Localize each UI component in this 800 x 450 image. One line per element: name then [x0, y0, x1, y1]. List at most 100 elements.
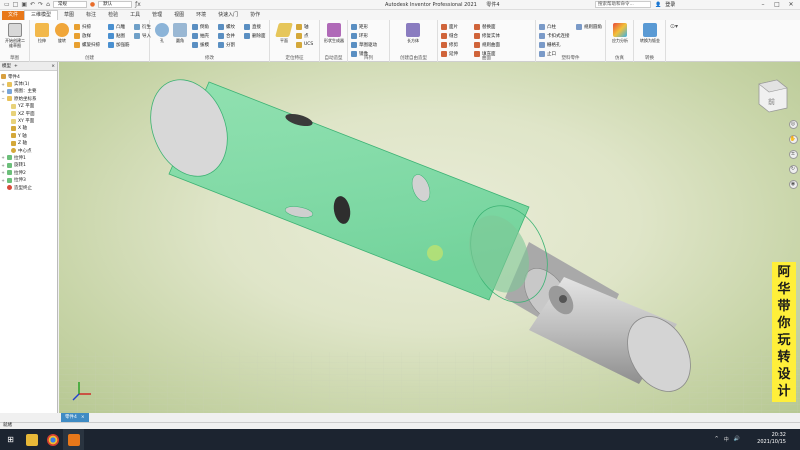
- rule-fillet-button[interactable]: 规则圆角: [576, 23, 602, 30]
- fx-icon[interactable]: ƒx: [135, 1, 141, 8]
- document-tab[interactable]: 零件4 ×: [61, 413, 89, 422]
- tree-item-extrusion2[interactable]: + 拉伸2: [1, 169, 57, 176]
- patch-button[interactable]: 面片: [441, 23, 458, 30]
- thread-button[interactable]: 螺纹: [218, 23, 235, 30]
- plane-button[interactable]: 平面: [274, 23, 294, 43]
- orbit-icon[interactable]: ↻: [788, 165, 798, 174]
- close-icon[interactable]: ✕: [784, 0, 798, 9]
- browser-tab-model[interactable]: 模型: [2, 63, 11, 69]
- collapse-icon[interactable]: −: [1, 96, 5, 101]
- tree-item-extrusion1[interactable]: + 拉伸1: [1, 154, 57, 161]
- emboss-button[interactable]: 凸雕: [108, 23, 130, 30]
- file-explorer-icon[interactable]: [21, 429, 42, 450]
- tree-item-z-axis[interactable]: Z 轴: [1, 140, 57, 147]
- tab-annotate[interactable]: 标注: [80, 11, 102, 20]
- combine-button[interactable]: 合并: [218, 32, 235, 39]
- rib-button[interactable]: 加强筋: [108, 41, 130, 48]
- extrude-button[interactable]: 拉伸: [32, 23, 52, 43]
- ruled-surface-button[interactable]: 规则曲面: [474, 41, 500, 48]
- axis-button[interactable]: 轴: [296, 23, 313, 30]
- help-search-input[interactable]: 搜索帮助和命令...: [595, 1, 651, 8]
- user-icon[interactable]: 👤: [655, 2, 661, 8]
- chamfer-button[interactable]: 倒角: [192, 23, 209, 30]
- tab-environments[interactable]: 环境: [190, 11, 212, 20]
- delete-face-button[interactable]: 删除面: [244, 32, 266, 39]
- direct-button[interactable]: 直接: [244, 23, 266, 30]
- maximize-icon[interactable]: □: [770, 0, 784, 9]
- expand-icon[interactable]: +: [1, 163, 5, 168]
- point-button[interactable]: 点: [296, 32, 313, 39]
- tray-expand-icon[interactable]: ^: [715, 436, 719, 443]
- tab-manage[interactable]: 管理: [146, 11, 168, 20]
- tab-file[interactable]: 文件: [2, 10, 25, 20]
- pan-icon[interactable]: ✋: [788, 135, 798, 144]
- ribbon-options-icon[interactable]: ⊙▾: [670, 23, 678, 30]
- transparent-sleeve[interactable]: [137, 68, 561, 314]
- replace-face-button[interactable]: 替换面: [474, 23, 500, 30]
- box-button[interactable]: 长方体: [403, 23, 423, 43]
- circular-button[interactable]: 环形: [351, 32, 377, 39]
- trim-button[interactable]: 修剪: [441, 41, 458, 48]
- tab-collaborate[interactable]: 协作: [244, 11, 266, 20]
- tab-get-started[interactable]: 快速入门: [212, 11, 244, 20]
- snap-fit-button[interactable]: 卡扣式连接: [539, 32, 570, 39]
- loft-button[interactable]: 放样: [74, 32, 100, 39]
- browser-add-tab[interactable]: +: [14, 64, 18, 69]
- rectangular-button[interactable]: 矩形: [351, 23, 377, 30]
- volume-icon[interactable]: 🔊: [734, 436, 740, 443]
- sketch-driven-button[interactable]: 草图驱动: [351, 41, 377, 48]
- sweep-button[interactable]: 扫掠: [74, 23, 100, 30]
- steering-wheel-icon[interactable]: ◎: [788, 120, 798, 129]
- tree-item-revolution1[interactable]: + 旋转1: [1, 162, 57, 169]
- split-button[interactable]: 分割: [218, 41, 235, 48]
- material-combo[interactable]: 默认: [98, 1, 133, 8]
- stress-analysis-button[interactable]: 应力分析: [610, 23, 630, 43]
- tree-item-x-axis[interactable]: X 轴: [1, 125, 57, 132]
- tree-item-y-axis[interactable]: Y 轴: [1, 132, 57, 139]
- tree-item-yz-plane[interactable]: YZ 平面: [1, 103, 57, 110]
- viewcube[interactable]: 前: [758, 79, 788, 113]
- shape-generator-button[interactable]: 形状生成器: [324, 23, 344, 43]
- zoom-icon[interactable]: ±: [788, 150, 798, 159]
- tab-tools[interactable]: 工具: [124, 11, 146, 20]
- folder-icon[interactable]: ▭: [4, 1, 10, 8]
- expand-icon[interactable]: +: [1, 155, 5, 160]
- convert-sheet-metal-button[interactable]: 转换为钣金: [640, 23, 660, 43]
- expand-icon[interactable]: +: [1, 82, 5, 87]
- appearance-combo[interactable]: 常规: [52, 1, 87, 8]
- look-at-icon[interactable]: ◉: [788, 180, 798, 189]
- browser-close-icon[interactable]: ×: [51, 64, 55, 69]
- import-button[interactable]: 导入: [134, 32, 151, 39]
- start-2d-sketch-button[interactable]: 开始创建二维草图: [5, 23, 25, 48]
- tree-item-solid-bodies[interactable]: + 实体(1): [1, 80, 57, 87]
- new-icon[interactable]: □: [13, 1, 19, 8]
- tab-3d-model[interactable]: 三维模型: [24, 10, 59, 20]
- ucs-button[interactable]: UCS: [296, 41, 313, 48]
- hole-button[interactable]: 孔: [152, 23, 172, 43]
- viewport-canvas[interactable]: 前: [59, 62, 800, 413]
- inventor-app-icon[interactable]: [63, 429, 84, 450]
- boss-button[interactable]: 凸柱: [539, 23, 570, 30]
- fillet-button[interactable]: 圆角: [170, 23, 190, 43]
- tree-item-origin[interactable]: − 原始坐标系: [1, 95, 57, 102]
- expand-icon[interactable]: +: [1, 178, 5, 183]
- document-tab-close-icon[interactable]: ×: [81, 413, 85, 422]
- expand-icon[interactable]: +: [1, 89, 5, 94]
- tree-item-xz-plane[interactable]: XZ 平面: [1, 110, 57, 117]
- draft-button[interactable]: 拔模: [192, 41, 209, 48]
- tab-inspect[interactable]: 检验: [102, 11, 124, 20]
- sign-in-link[interactable]: 登录: [665, 1, 675, 8]
- system-clock[interactable]: 20:32 2021/10/15: [757, 432, 786, 446]
- chrome-icon[interactable]: [42, 429, 63, 450]
- shell-button[interactable]: 抽壳: [192, 32, 209, 39]
- color-ball-icon[interactable]: ●: [90, 1, 95, 8]
- graphics-viewport[interactable]: 前: [59, 62, 800, 413]
- tree-item-extrusion3[interactable]: + 拉伸3: [1, 176, 57, 183]
- tree-item-part[interactable]: 零件4: [1, 73, 57, 80]
- ime-indicator[interactable]: 中: [724, 436, 729, 443]
- tree-item-view-master[interactable]: + 视图：主要: [1, 88, 57, 95]
- redo-icon[interactable]: ↷: [38, 1, 43, 8]
- tab-sketch[interactable]: 草图: [58, 11, 80, 20]
- undo-icon[interactable]: ↶: [30, 1, 35, 8]
- tree-item-end-of-part[interactable]: 造型终止: [1, 184, 57, 191]
